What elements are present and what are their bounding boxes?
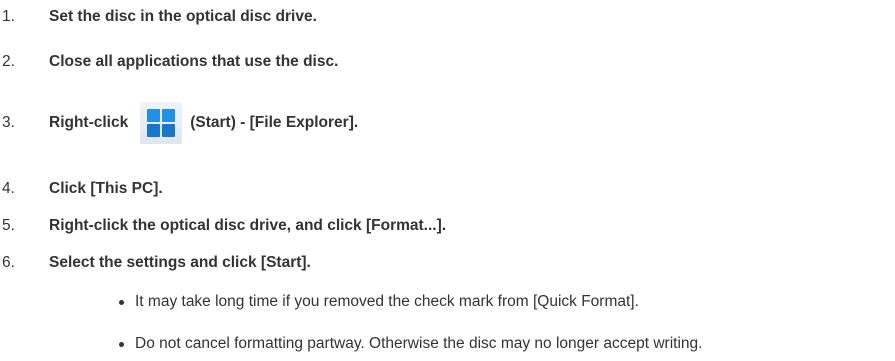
step-text: Click [This PC]. [49, 180, 163, 197]
step-5: 5. Right-click the optical disc drive, a… [0, 217, 446, 235]
note-item: Do not cancel formatting partway. Otherw… [119, 335, 702, 353]
bullet-icon [119, 341, 124, 347]
note-item: It may take long time if you removed the… [119, 293, 639, 311]
windows-start-icon [140, 102, 183, 144]
step-3: 3. Right-click (Start) - [File Explorer]… [0, 102, 358, 144]
step-number: 3. [2, 114, 15, 131]
bullet-icon [119, 299, 124, 305]
step-text: Right-click the optical disc drive, and … [49, 217, 447, 234]
step-text-before: Right-click [49, 114, 129, 131]
step-number: 5. [2, 217, 15, 234]
step-4: 4. Click [This PC]. [0, 180, 163, 198]
step-text: Set the disc in the optical disc drive. [49, 8, 317, 25]
step-text: Select the settings and click [Start]. [49, 254, 311, 271]
step-6: 6. Select the settings and click [Start]… [0, 254, 311, 272]
step-2: 2. Close all applications that use the d… [0, 53, 338, 71]
step-1: 1. Set the disc in the optical disc driv… [0, 8, 317, 26]
step-number: 6. [2, 254, 15, 271]
step-text: Close all applications that use the disc… [49, 53, 339, 70]
note-text: It may take long time if you removed the… [135, 293, 639, 310]
step-number: 4. [2, 180, 15, 197]
step-number: 1. [2, 8, 15, 25]
step-number: 2. [2, 53, 15, 70]
note-text: Do not cancel formatting partway. Otherw… [135, 335, 703, 352]
step-text-after: (Start) - [File Explorer]. [190, 114, 359, 131]
